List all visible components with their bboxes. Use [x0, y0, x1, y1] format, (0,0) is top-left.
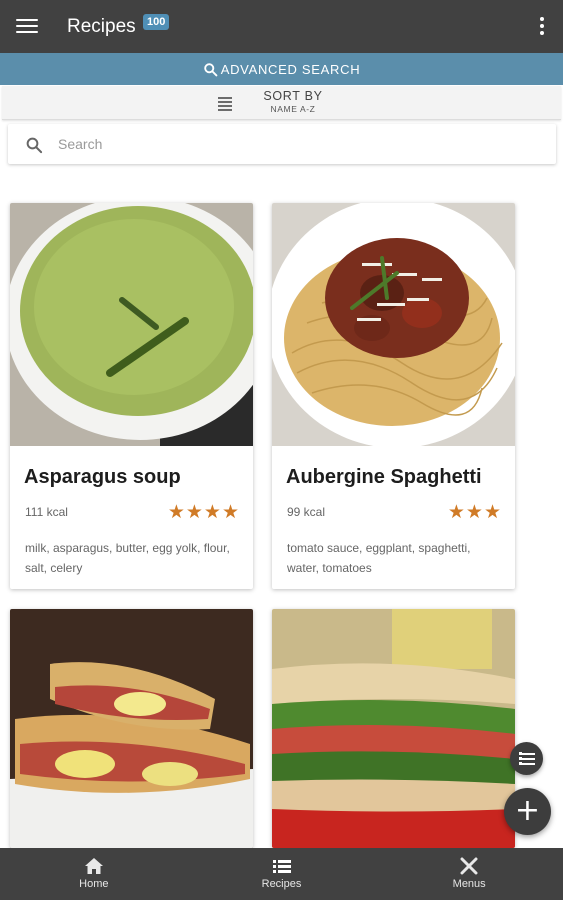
nav-recipes[interactable]: Recipes — [188, 848, 376, 900]
recipe-card[interactable]: Asparagus soup 111 kcal ★★★★ milk, aspar… — [10, 203, 253, 589]
advanced-search-button[interactable]: ADVANCED SEARCH — [0, 53, 563, 85]
hamburger-menu-icon[interactable] — [14, 15, 40, 39]
recipe-card[interactable] — [272, 609, 515, 848]
home-icon — [84, 858, 103, 874]
list-view-button[interactable] — [510, 742, 543, 775]
sort-list-icon — [218, 97, 232, 113]
bottom-navigation: Home Recipes Menus — [0, 848, 563, 900]
utensils-icon — [460, 857, 478, 875]
search-input[interactable] — [58, 130, 518, 158]
recipe-name: Asparagus soup — [24, 466, 181, 488]
recipe-ingredients: tomato sauce, eggplant, spaghetti, water… — [287, 541, 471, 575]
recipe-image — [10, 203, 253, 446]
sort-text: SORT BY NAME A-Z — [248, 89, 338, 114]
sort-value: NAME A-Z — [270, 104, 316, 114]
star-rating: ★★★★ — [167, 502, 240, 523]
sort-by-label: SORT BY — [263, 89, 323, 103]
star-rating: ★★★ — [447, 502, 502, 523]
search-icon — [203, 62, 218, 76]
list-icon — [272, 860, 291, 873]
recipe-card[interactable] — [10, 609, 253, 848]
recipe-name: Aubergine Spaghetti — [286, 466, 482, 488]
recipe-image — [272, 203, 515, 446]
nav-home[interactable]: Home — [0, 848, 188, 900]
recipe-image — [272, 609, 515, 848]
recipe-ingredients: milk, asparagus, butter, egg yolk, flour… — [25, 541, 230, 575]
sort-bar[interactable]: SORT BY NAME A-Z — [2, 86, 561, 120]
add-recipe-button[interactable]: + — [504, 788, 551, 835]
search-icon — [26, 137, 43, 154]
more-options-icon[interactable] — [539, 15, 545, 37]
page-title: Recipes — [67, 16, 136, 37]
recipe-calories: 111 kcal — [25, 505, 68, 519]
app-bar: Recipes 100 — [0, 0, 563, 53]
nav-recipes-label: Recipes — [261, 878, 302, 890]
nav-home-label: Home — [79, 878, 109, 890]
nav-menus[interactable]: Menus — [375, 848, 563, 900]
recipe-calories: 99 kcal — [287, 505, 326, 519]
recipe-card[interactable]: Aubergine Spaghetti 99 kcal ★★★ tomato s… — [272, 203, 515, 589]
search-box — [8, 124, 556, 164]
recipe-image — [10, 609, 253, 848]
advanced-search-label: ADVANCED SEARCH — [220, 61, 361, 77]
nav-menus-label: Menus — [452, 878, 486, 890]
recipe-count-badge: 100 — [143, 14, 170, 30]
